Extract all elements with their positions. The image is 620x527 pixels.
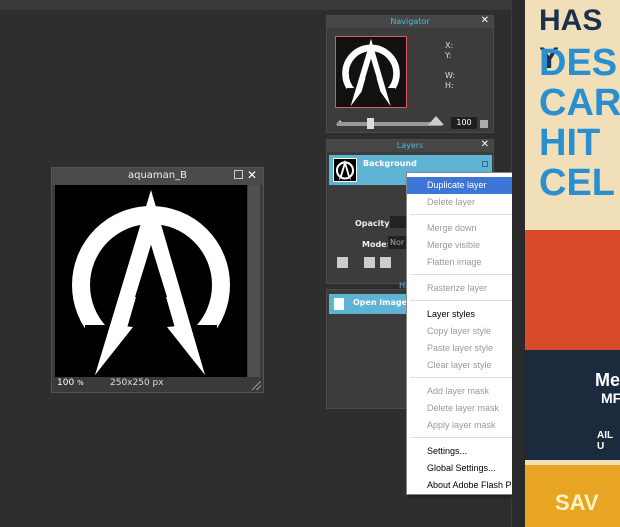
ad-small-text: AIL U: [597, 430, 613, 452]
document-icon: [334, 298, 344, 310]
navigator-header[interactable]: Navigator ✕: [327, 15, 493, 28]
restore-icon[interactable]: [234, 170, 243, 179]
ad-mid-text: Me: [595, 370, 620, 390]
close-icon[interactable]: ✕: [481, 15, 489, 26]
ad-line-4: HIT: [539, 122, 601, 164]
image-canvas[interactable]: [55, 185, 247, 377]
navigator-title: Navigator: [390, 17, 430, 26]
layer-thumbnail: [333, 158, 357, 182]
vertical-scrollbar[interactable]: [248, 185, 260, 377]
navigator-thumbnail[interactable]: [335, 36, 407, 108]
opacity-label: Opacity:: [355, 219, 393, 228]
resize-grip-icon[interactable]: [252, 381, 261, 390]
close-icon[interactable]: ✕: [247, 168, 257, 182]
nav-h-label: H:: [445, 81, 454, 90]
layers-header[interactable]: Layers ✕: [327, 139, 493, 152]
layer-mask-icon[interactable]: [364, 257, 375, 268]
aquaman-logo: [72, 190, 230, 375]
ad-line-5: CEL: [539, 162, 615, 204]
ad-navy-block: Me MF AIL U: [525, 350, 620, 460]
top-strip: [0, 0, 512, 10]
layer-settings-icon[interactable]: [337, 257, 348, 268]
ad-bottom-text: SAV: [555, 490, 599, 515]
navigator-logo: [342, 38, 400, 107]
layer-logo: [335, 159, 355, 181]
image-dimensions: 250x250 px: [110, 378, 164, 388]
layer-name: Background: [363, 159, 417, 168]
image-window-title: aquaman_B: [127, 170, 187, 181]
ad-orange-block: SAV: [525, 465, 620, 527]
nav-zoom-input[interactable]: 100: [451, 117, 477, 129]
nav-w-label: W:: [445, 71, 456, 80]
ad-line-2: DES: [539, 42, 618, 84]
image-window-titlebar[interactable]: aquaman_B ✕: [52, 168, 263, 185]
close-icon[interactable]: ✕: [481, 139, 489, 150]
ad-gutter: [512, 0, 525, 527]
zoom-slider-handle[interactable]: [367, 118, 374, 129]
history-item-label: Open image: [353, 298, 408, 307]
lock-icon[interactable]: [482, 161, 488, 167]
ad-mid-text-2: MF: [601, 390, 620, 406]
layer-styles-icon[interactable]: [380, 257, 391, 268]
zoom-level[interactable]: 100 %: [57, 378, 84, 388]
layers-title: Layers: [396, 141, 424, 150]
advertisement[interactable]: HAS Y DES CAR HIT CEL Me MF AIL U SAV: [525, 0, 620, 527]
navigator-panel: Navigator ✕ X: Y: W: H: 100: [326, 15, 494, 133]
zoom-in-icon[interactable]: [428, 116, 444, 125]
image-window[interactable]: aquaman_B ✕ 100 % 250x250 px: [51, 167, 264, 393]
ad-line-3: CAR: [539, 82, 620, 124]
image-window-footer: 100 % 250x250 px: [52, 377, 263, 392]
mode-label: Mode:: [362, 240, 390, 249]
ad-red-block: [525, 230, 620, 350]
zoom-slider[interactable]: [337, 122, 442, 126]
nav-y-label: Y:: [445, 51, 452, 60]
percent-icon: [480, 120, 488, 128]
nav-x-label: X:: [445, 41, 454, 50]
